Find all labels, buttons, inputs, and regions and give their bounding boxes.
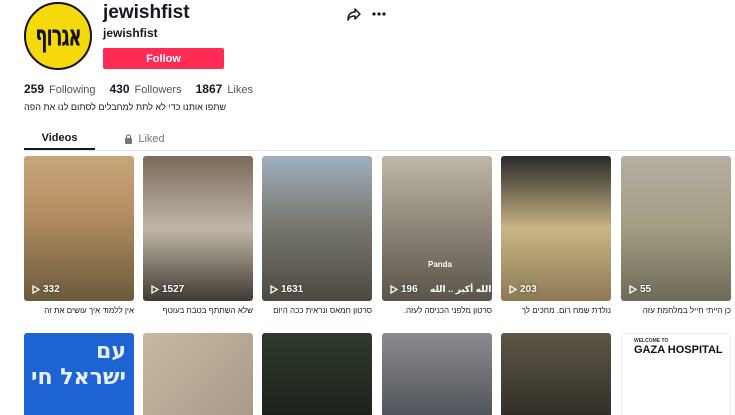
view-count: 196 <box>390 284 418 295</box>
video-thumbnail[interactable]: 55 <box>621 156 731 301</box>
share-icon[interactable] <box>346 6 362 22</box>
video-thumbnail[interactable]: 1527 <box>143 156 253 301</box>
profile-stats: 259 Following 430 Followers 1867 Likes <box>24 82 253 96</box>
video-thumbnail[interactable]: 332 <box>24 156 134 301</box>
followers-label: Followers <box>134 84 182 96</box>
view-count: 55 <box>629 284 651 295</box>
view-count: 1527 <box>151 284 184 295</box>
video-caption[interactable]: כן הייתי חייל במלחמת עזה <box>621 306 731 315</box>
view-count: 203 <box>509 284 537 295</box>
play-icon <box>629 285 637 294</box>
video-thumbnail[interactable]: עם ישראל חי <box>24 333 134 415</box>
profile-username: jewishfist <box>103 2 190 23</box>
view-count: 332 <box>32 284 60 295</box>
arabic-overlay-text: الله أكبر .. الله <box>430 284 492 294</box>
gaza-hospital-title: GAZA HOSPITAL <box>634 344 723 356</box>
play-icon <box>270 285 278 294</box>
tab-videos[interactable]: Videos <box>24 128 95 150</box>
followers-count: 430 <box>109 82 130 96</box>
play-icon <box>509 285 517 294</box>
lock-icon <box>125 134 133 144</box>
hebrew-overlay-text: עם ישראל חי <box>31 339 126 390</box>
video-thumbnail[interactable]: 203 <box>501 156 611 301</box>
play-icon <box>32 285 40 294</box>
profile-nickname: jewishfist <box>103 26 158 40</box>
more-icon[interactable] <box>371 6 387 22</box>
following-label: Following <box>49 84 96 96</box>
video-caption[interactable]: נולדת שמח רום. מחכים לך <box>501 306 611 315</box>
video-thumbnail[interactable] <box>262 333 372 415</box>
video-caption[interactable]: סרטון חמאס ונראית ככה היום <box>262 306 372 315</box>
video-thumbnail[interactable] <box>143 333 253 415</box>
video-caption[interactable]: שלא השתתף בטבח בעוטף <box>143 306 253 315</box>
video-caption[interactable]: סרטון מלפני הכניסה לעזה. <box>382 306 492 315</box>
video-thumbnail[interactable] <box>382 333 492 415</box>
avatar[interactable]: אגרוף <box>24 2 92 70</box>
video-thumbnail[interactable]: 1631 <box>262 156 372 301</box>
shirt-text: Panda <box>428 260 453 269</box>
profile-tabs: Videos Liked <box>24 128 180 150</box>
tab-liked[interactable]: Liked <box>109 128 180 150</box>
video-thumbnail[interactable]: Panda الله أكبر .. الله 196 <box>382 156 492 301</box>
video-caption[interactable]: אין ללמוד איך עושים את זה <box>24 306 134 315</box>
play-icon <box>390 285 398 294</box>
tab-divider <box>24 150 735 151</box>
video-thumbnail[interactable]: WELCOME TO GAZA HOSPITAL <box>621 333 731 415</box>
play-icon <box>151 285 159 294</box>
stat-followers[interactable]: 430 Followers <box>110 82 182 96</box>
video-thumbnail[interactable] <box>501 333 611 415</box>
avatar-logo-text: אגרוף <box>35 19 81 53</box>
follow-button[interactable]: Follow <box>103 48 224 69</box>
tab-videos-label: Videos <box>41 132 78 144</box>
likes-count: 1867 <box>195 82 223 96</box>
profile-bio: שתפו אותנו כדי לא לתת למחבלים לסתום לנו … <box>24 102 227 112</box>
tab-liked-label: Liked <box>138 133 165 145</box>
view-count: 1631 <box>270 284 303 295</box>
stat-following[interactable]: 259 Following <box>24 82 96 96</box>
stat-likes: 1867 Likes <box>196 82 253 96</box>
likes-label: Likes <box>227 84 253 96</box>
following-count: 259 <box>24 82 45 96</box>
